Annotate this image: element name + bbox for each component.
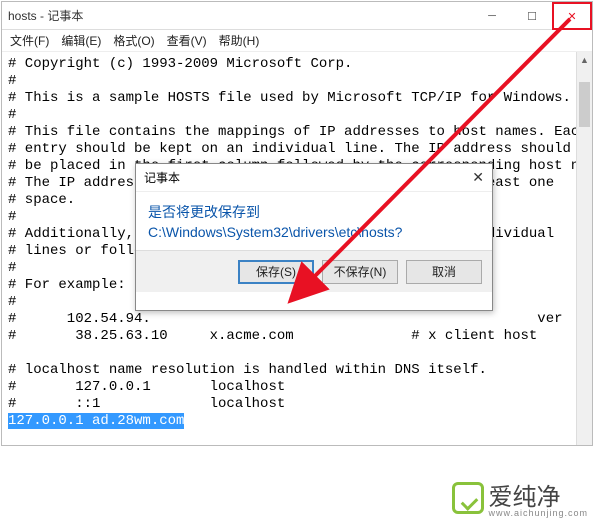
menu-help[interactable]: 帮助(H) — [219, 32, 260, 49]
menu-edit[interactable]: 编辑(E) — [61, 32, 101, 49]
cancel-button[interactable]: 取消 — [406, 260, 482, 284]
window-controls: ─ ☐ ✕ — [472, 2, 592, 30]
save-dialog: 记事本 ✕ 是否将更改保存到 C:\Windows\System32\drive… — [135, 163, 493, 311]
dialog-button-row: 保存(S) 不保存(N) 取消 — [136, 250, 492, 292]
dialog-title-text: 记事本 — [144, 169, 180, 186]
close-button[interactable]: ✕ — [552, 2, 592, 30]
maximize-button[interactable]: ☐ — [512, 2, 552, 30]
dialog-close-button[interactable]: ✕ — [472, 169, 484, 186]
menu-view[interactable]: 查看(V) — [167, 32, 207, 49]
menubar: 文件(F) 编辑(E) 格式(O) 查看(V) 帮助(H) — [2, 30, 592, 52]
menu-format[interactable]: 格式(O) — [113, 32, 154, 49]
watermark-text: 爱纯净 — [488, 484, 560, 511]
menu-file[interactable]: 文件(F) — [10, 32, 49, 49]
dialog-titlebar[interactable]: 记事本 ✕ — [136, 164, 492, 192]
selected-text: 127.0.0.1 ad.28wm.com — [8, 413, 184, 429]
dialog-message-2: C:\Windows\System32\drivers\etc\hosts? — [148, 224, 480, 240]
watermark: 爱纯净 www.aichunjing.com — [452, 477, 588, 518]
scroll-thumb[interactable] — [579, 82, 590, 127]
vertical-scrollbar[interactable]: ▲ — [576, 52, 592, 445]
watermark-logo-icon — [452, 482, 484, 514]
dialog-body: 是否将更改保存到 C:\Windows\System32\drivers\etc… — [136, 192, 492, 250]
save-button[interactable]: 保存(S) — [238, 260, 314, 284]
watermark-url: www.aichunjing.com — [488, 508, 588, 518]
window-title: hosts - 记事本 — [8, 7, 83, 24]
minimize-button[interactable]: ─ — [472, 2, 512, 30]
dont-save-button[interactable]: 不保存(N) — [322, 260, 398, 284]
scroll-up-button[interactable]: ▲ — [577, 52, 592, 68]
titlebar[interactable]: hosts - 记事本 ─ ☐ ✕ — [2, 2, 592, 30]
dialog-message-1: 是否将更改保存到 — [148, 202, 480, 222]
